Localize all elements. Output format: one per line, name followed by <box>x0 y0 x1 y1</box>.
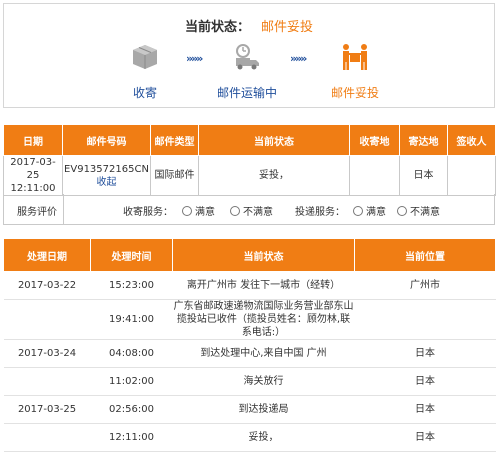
radio-button[interactable] <box>397 206 407 216</box>
process-location: 日本 <box>354 367 496 396</box>
table-header-row: 日期 邮件号码 邮件类型 当前状态 收寄地 寄达地 签收人 <box>3 124 496 156</box>
signer <box>447 155 496 196</box>
process-status: 妥投， <box>172 423 355 452</box>
option-label: 满意 <box>195 207 215 218</box>
process-status: 海关放行 <box>172 367 355 396</box>
collect-unsatisfied-option[interactable]: 不满意 <box>230 203 273 218</box>
radio-button[interactable] <box>353 206 363 216</box>
mail-type: 国际邮件 <box>150 155 199 196</box>
option-label: 不满意 <box>243 207 273 218</box>
status-label: 当前状态： <box>185 20 251 35</box>
destination: 日本 <box>399 155 448 196</box>
column-header: 签收人 <box>447 124 496 156</box>
process-time: 04:08:00 <box>90 339 173 368</box>
process-date <box>3 299 91 340</box>
tracking-history-table: 处理日期 处理时间 当前状态 当前位置 2017-03-22 15:23:00 … <box>3 238 496 452</box>
column-header: 处理时间 <box>90 238 173 272</box>
column-header: 寄达地 <box>399 124 448 156</box>
process-location: 日本 <box>354 395 496 424</box>
mail-info-table: 日期 邮件号码 邮件类型 当前状态 收寄地 寄达地 签收人 2017-03-25… <box>3 124 496 196</box>
process-status: 广东省邮政速递物流国际业务营业部东山揽投站已收件（揽投员姓名：顾勿林,联系电话:… <box>172 299 355 340</box>
column-header: 当前位置 <box>354 238 496 272</box>
column-header: 邮件类型 <box>150 124 199 156</box>
process-location: 日本 <box>354 339 496 368</box>
process-time: 15:23:00 <box>90 271 173 300</box>
delivery-satisfied-option[interactable]: 满意 <box>353 203 386 218</box>
column-header: 日期 <box>3 124 63 156</box>
rating-label: 服务评价 <box>17 207 57 218</box>
mail-date: 2017-03-25 12:11:00 <box>3 155 63 196</box>
chevron-right-icon: »»» <box>186 52 203 65</box>
process-status: 到达处理中心,来自中国 广州 <box>172 339 355 368</box>
tracking-cell: EV913572165CN 收起 <box>62 155 151 196</box>
column-header: 当前状态 <box>198 124 350 156</box>
origin <box>349 155 400 196</box>
table-row: 12:11:00 妥投， 日本 <box>3 423 496 452</box>
process-date <box>3 367 91 396</box>
step-label-collected: 收寄 <box>132 86 157 100</box>
step-label-delivered: 邮件妥投 <box>330 86 379 100</box>
collapse-link[interactable]: 收起 <box>63 176 150 189</box>
step-label-in-transit: 邮件运输中 <box>216 86 277 100</box>
table-row: 2017-03-25 02:56:00 到达投递局 日本 <box>3 395 496 424</box>
hand-over-package-icon <box>343 44 367 70</box>
radio-button[interactable] <box>230 206 240 216</box>
table-row: 2017-03-24 04:08:00 到达处理中心,来自中国 广州 日本 <box>3 339 496 368</box>
status-value: 邮件妥投 <box>261 20 314 35</box>
delivery-service-label: 投递服务： <box>295 207 345 218</box>
process-location <box>354 299 496 340</box>
tracking-number: EV913572165CN <box>64 163 149 175</box>
table-row: 19:41:00 广东省邮政速递物流国际业务营业部东山揽投站已收件（揽投员姓名：… <box>3 299 496 340</box>
process-date <box>3 423 91 452</box>
table-row: 2017-03-25 12:11:00 EV913572165CN 收起 国际邮… <box>3 155 496 196</box>
process-location: 日本 <box>354 423 496 452</box>
column-header: 处理日期 <box>3 238 91 272</box>
radio-button[interactable] <box>182 206 192 216</box>
option-label: 满意 <box>366 207 386 218</box>
column-header: 收寄地 <box>349 124 400 156</box>
chevron-right-icon: »»» <box>290 52 307 65</box>
column-header: 邮件号码 <box>62 124 151 156</box>
delivery-truck-icon <box>236 44 259 70</box>
delivery-unsatisfied-option[interactable]: 不满意 <box>397 203 440 218</box>
process-date: 2017-03-22 <box>3 271 91 300</box>
table-header-row: 处理日期 处理时间 当前状态 当前位置 <box>3 238 496 272</box>
service-rating-row: 服务评价 收寄服务： 满意 不满意 投递服务： 满意 不满意 <box>3 194 495 225</box>
mail-status: 妥投， <box>198 155 350 196</box>
package-icon <box>133 45 157 69</box>
process-date: 2017-03-24 <box>3 339 91 368</box>
option-label: 不满意 <box>410 207 440 218</box>
process-time: 02:56:00 <box>90 395 173 424</box>
table-row: 2017-03-22 15:23:00 离开广州市 发往下一城市（经转） 广州市 <box>3 271 496 300</box>
process-time: 19:41:00 <box>90 299 173 340</box>
process-status: 离开广州市 发往下一城市（经转） <box>172 271 355 300</box>
table-row: 11:02:00 海关放行 日本 <box>3 367 496 396</box>
column-header: 当前状态 <box>172 238 355 272</box>
process-time: 12:11:00 <box>90 423 173 452</box>
collect-service-label: 收寄服务： <box>123 207 173 218</box>
process-location: 广州市 <box>354 271 496 300</box>
collect-satisfied-option[interactable]: 满意 <box>182 203 215 218</box>
process-time: 11:02:00 <box>90 367 173 396</box>
process-status: 到达投递局 <box>172 395 355 424</box>
process-date: 2017-03-25 <box>3 395 91 424</box>
